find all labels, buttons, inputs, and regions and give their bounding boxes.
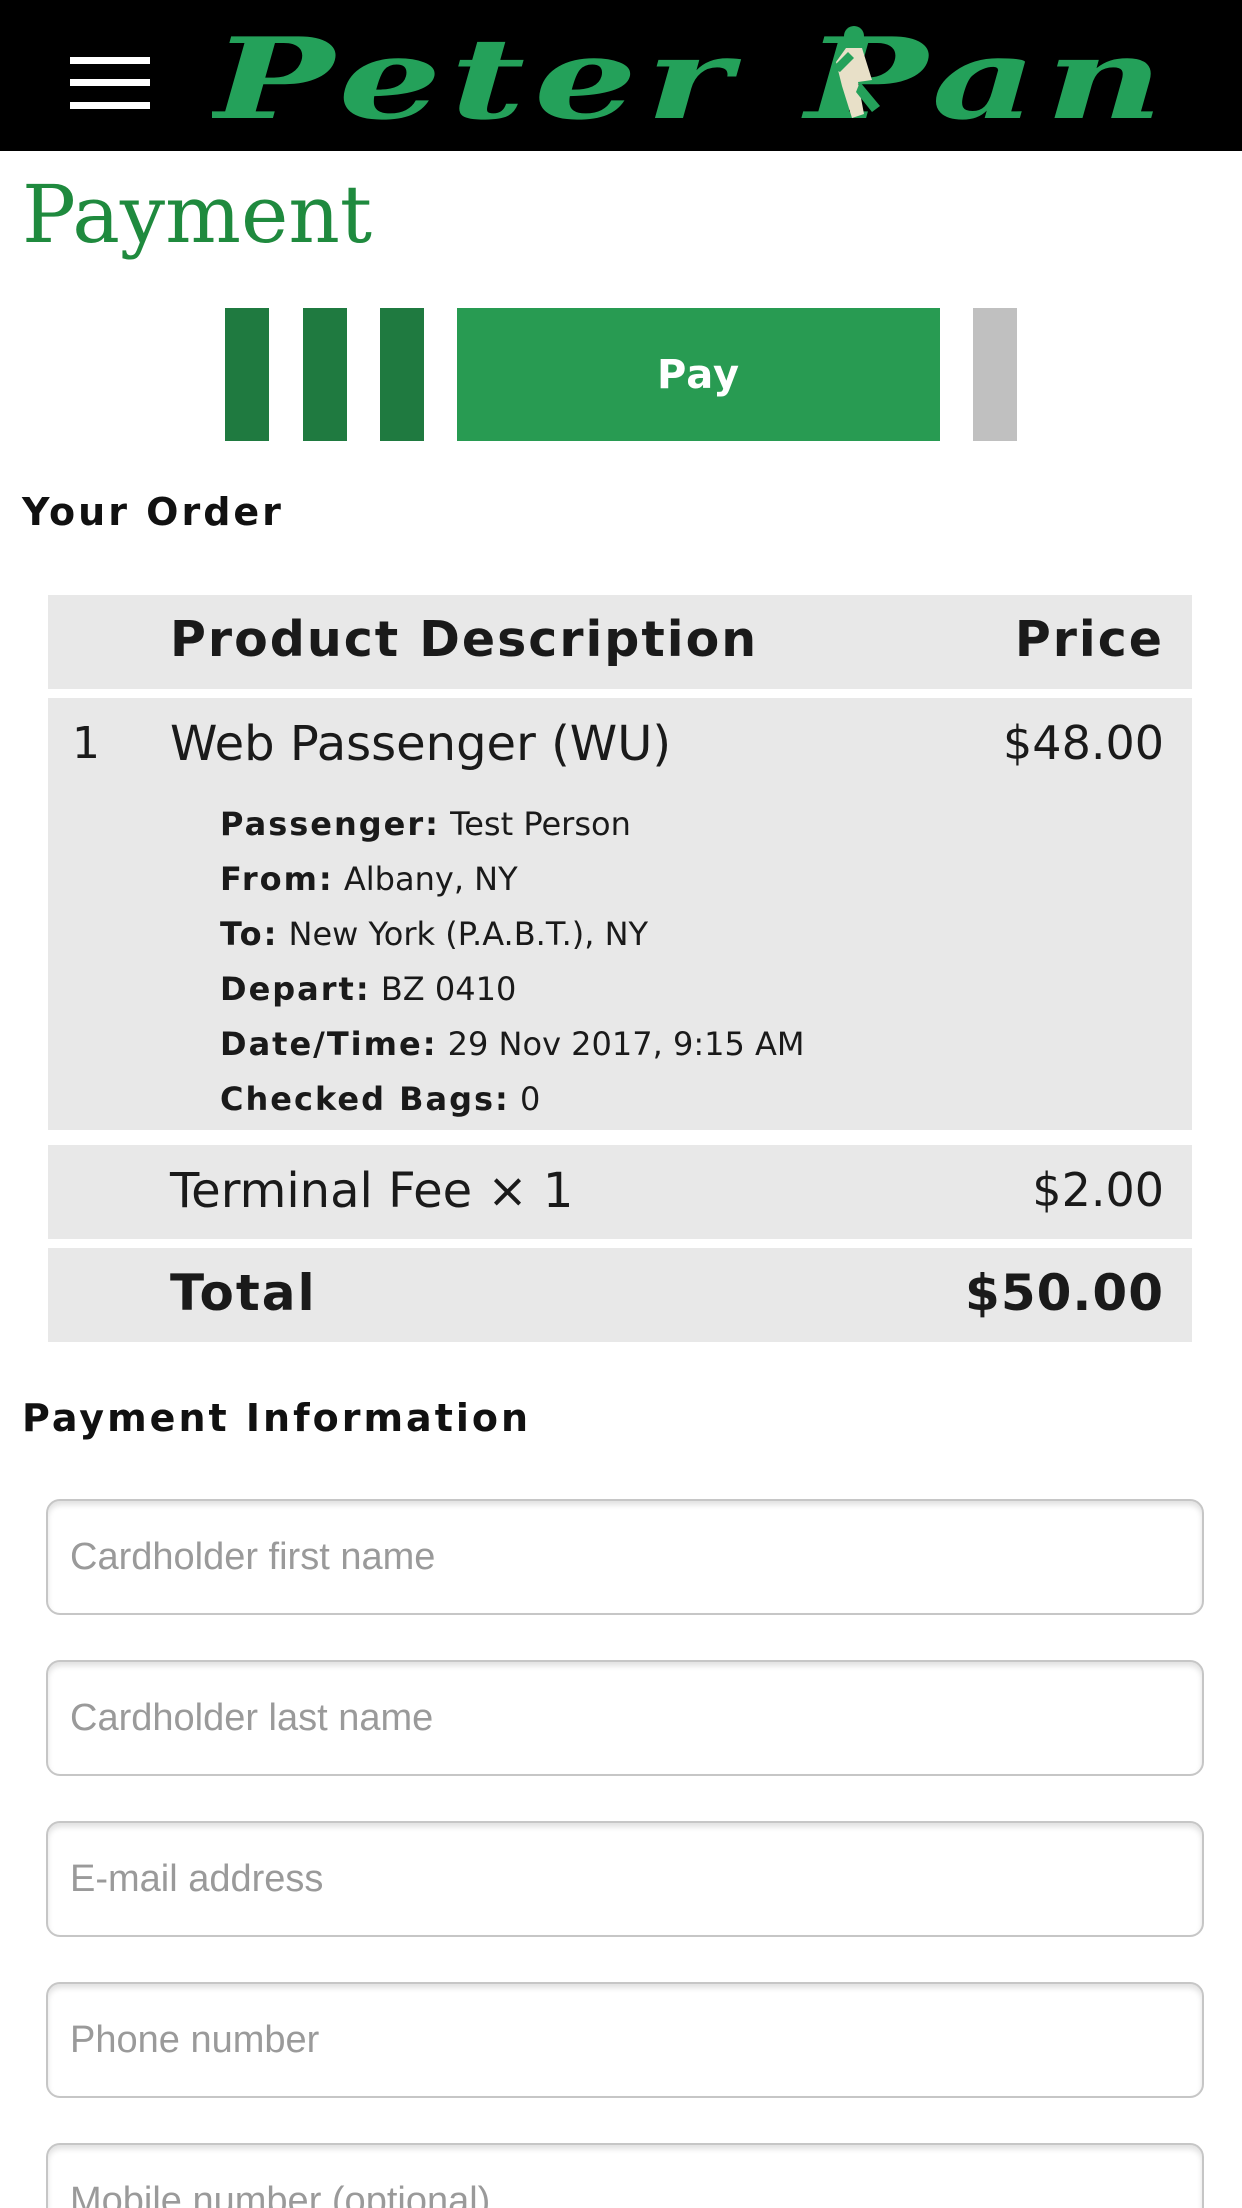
detail-depart: Depart: BZ 0410 [220, 969, 804, 1024]
your-order-heading: Your Order [22, 490, 284, 534]
top-navigation-bar: Peter Pan [0, 0, 1242, 151]
detail-value: 0 [520, 1080, 541, 1118]
menu-line [70, 57, 150, 64]
cardholder-first-name-field[interactable] [46, 1499, 1204, 1615]
detail-label: From: [220, 860, 334, 898]
detail-label: Date/Time: [220, 1025, 438, 1063]
phone-number-field[interactable] [46, 1982, 1204, 2098]
detail-passenger: Passenger: Test Person [220, 804, 804, 859]
step-completed[interactable] [303, 308, 347, 441]
hamburger-menu-icon[interactable] [70, 57, 150, 109]
page-title: Payment [22, 168, 372, 261]
peter-pan-logo[interactable]: Peter Pan [212, 22, 1184, 140]
payment-information-heading: Payment Information [22, 1396, 532, 1440]
detail-value: 29 Nov 2017, 9:15 AM [447, 1025, 805, 1063]
column-header-price: Price [1014, 611, 1164, 668]
table-header-row: Product Description Price [48, 595, 1192, 689]
menu-line [70, 102, 150, 109]
total-label: Total [170, 1264, 317, 1322]
fee-description: Terminal Fee × 1 [170, 1163, 574, 1219]
detail-value: Albany, NY [343, 860, 518, 898]
terminal-fee-row: Terminal Fee × 1 $2.00 [48, 1145, 1192, 1239]
step-pay-active: Pay [457, 308, 940, 441]
step-upcoming [973, 308, 1017, 441]
email-address-field[interactable] [46, 1821, 1204, 1937]
table-row: 1 Web Passenger (WU) $48.00 Passenger: T… [48, 698, 1192, 1130]
detail-value: BZ 0410 [380, 970, 517, 1008]
step-completed[interactable] [225, 308, 269, 441]
detail-label: Depart: [220, 970, 371, 1008]
detail-label: Checked Bags: [220, 1080, 510, 1118]
total-row: Total $50.00 [48, 1248, 1192, 1342]
detail-date-time: Date/Time: 29 Nov 2017, 9:15 AM [220, 1024, 804, 1079]
logo-text: Peter Pan [212, 22, 1172, 140]
mobile-number-field[interactable] [46, 2143, 1204, 2208]
detail-label: Passenger: [220, 805, 440, 843]
item-number: 1 [72, 718, 100, 769]
menu-line [70, 79, 150, 86]
column-header-description: Product Description [170, 611, 759, 668]
item-price: $48.00 [1003, 716, 1164, 770]
item-description: Web Passenger (WU) [170, 716, 672, 772]
trip-details: Passenger: Test Person From: Albany, NY … [220, 804, 804, 1134]
step-completed[interactable] [380, 308, 424, 441]
detail-label: To: [220, 915, 279, 953]
detail-checked-bags: Checked Bags: 0 [220, 1079, 804, 1134]
detail-value: New York (P.A.B.T.), NY [288, 915, 649, 953]
detail-value: Test Person [450, 805, 631, 843]
detail-from: From: Albany, NY [220, 859, 804, 914]
detail-to: To: New York (P.A.B.T.), NY [220, 914, 804, 969]
cardholder-last-name-field[interactable] [46, 1660, 1204, 1776]
checkout-progress-stepper: Pay [225, 308, 1017, 441]
fee-price: $2.00 [1032, 1163, 1164, 1217]
total-price: $50.00 [965, 1264, 1164, 1322]
